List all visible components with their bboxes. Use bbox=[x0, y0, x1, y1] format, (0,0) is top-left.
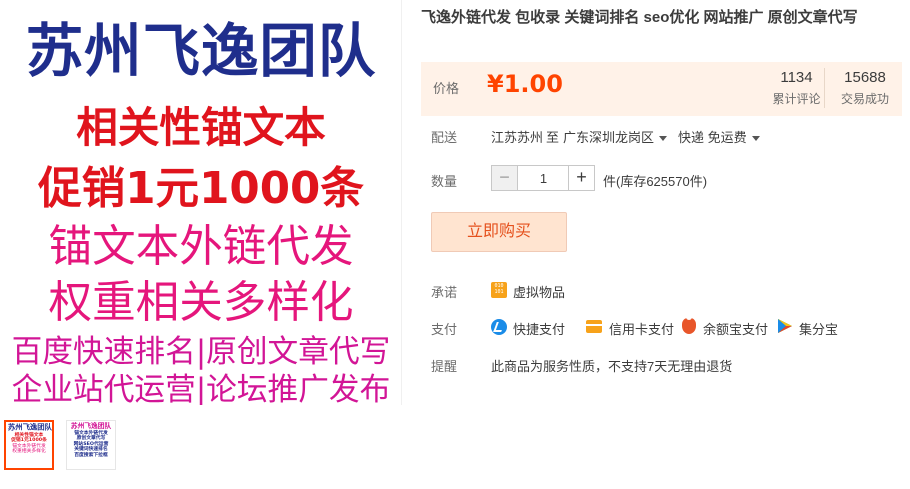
thumbnail-1[interactable]: 苏州飞逸团队 相关性锚文本 促销1元1000条 锚文本外链代发 权重相关多样化 bbox=[4, 420, 54, 470]
price-value: ¥1.00 bbox=[487, 70, 563, 98]
virtual-goods-icon: 010 101 bbox=[491, 282, 507, 298]
image-text-line: 权重相关多样化 bbox=[48, 277, 354, 328]
price-panel: 价格 ¥1.00 1134 累计评论 15688 交易成功 bbox=[421, 62, 902, 116]
image-text-line: 苏州飞逸团队 bbox=[25, 17, 377, 85]
credit-card-icon bbox=[586, 320, 602, 333]
quickpay-icon bbox=[491, 319, 507, 335]
promise-item[interactable]: 虚拟物品 bbox=[513, 282, 565, 301]
shipping-to-word: 至 bbox=[546, 130, 560, 145]
payment-method-quickpay[interactable]: 快捷支付 bbox=[513, 319, 565, 338]
thumbnail-text: 权重相关多样化 bbox=[12, 448, 46, 455]
payment-method-yuebao[interactable]: 余额宝支付 bbox=[703, 319, 768, 338]
notice-label: 提醒 bbox=[431, 359, 458, 374]
reviews-stat[interactable]: 1134 累计评论 bbox=[769, 68, 825, 108]
shipping-method-select[interactable]: 快递 免运费 bbox=[678, 127, 760, 146]
payment-method-credit-card[interactable]: 信用卡支付 bbox=[609, 319, 674, 338]
payment-method-jifenbao[interactable]: 集分宝 bbox=[799, 319, 838, 338]
payment-label: 支付 bbox=[431, 322, 458, 337]
buy-now-button[interactable]: 立即购买 bbox=[431, 212, 567, 252]
image-text-line: 促销1元1000条 bbox=[38, 163, 364, 214]
shipping-method-value: 快递 免运费 bbox=[678, 130, 747, 145]
jifenbao-icon bbox=[777, 318, 793, 334]
stock-text: 件(库存625570件) bbox=[603, 174, 708, 189]
image-text-line: 相关性锚文本 bbox=[76, 103, 326, 152]
chevron-down-icon bbox=[751, 136, 760, 142]
sales-label: 交易成功 bbox=[840, 92, 889, 106]
price-label: 价格 bbox=[433, 81, 460, 96]
quantity-stepper: − + bbox=[491, 165, 595, 191]
destination-value: 广东深圳龙岗区 bbox=[563, 130, 655, 145]
quantity-decrease-button[interactable]: − bbox=[492, 166, 518, 190]
notice-text: 此商品为服务性质，不支持7天无理由退货 bbox=[491, 359, 733, 374]
thumbnail-2[interactable]: 苏州飞逸团队 锚文本外链代发 原创文章代写 网站SEO代运营 关键词快速排名 百… bbox=[66, 420, 116, 470]
promise-label: 承诺 bbox=[431, 285, 458, 300]
sales-count: 15688 bbox=[844, 69, 886, 86]
reviews-count: 1134 bbox=[780, 69, 813, 86]
sales-stat: 15688 交易成功 bbox=[835, 68, 895, 108]
thumbnail-text: 百度搜索下拉框 bbox=[74, 451, 108, 458]
shipping-label: 配送 bbox=[431, 130, 458, 145]
reviews-label: 累计评论 bbox=[772, 92, 821, 106]
main-product-image[interactable]: 苏州飞逸团队 相关性锚文本 促销1元1000条 锚文本外链代发 权重相关多样化 … bbox=[0, 0, 402, 405]
thumbnail-text: 苏州飞逸团队 bbox=[7, 423, 52, 432]
shipping-from: 江苏苏州 bbox=[491, 130, 544, 145]
image-text-line: 锚文本外链代发 bbox=[48, 221, 354, 272]
quantity-increase-button[interactable]: + bbox=[568, 166, 594, 190]
yuebao-icon bbox=[682, 318, 696, 334]
quantity-label: 数量 bbox=[431, 174, 458, 189]
chevron-down-icon bbox=[659, 136, 668, 142]
quantity-input[interactable] bbox=[519, 166, 568, 190]
product-title: 飞逸外链代发 包收录 关键词排名 seo优化 网站推广 原创文章代写 bbox=[421, 9, 858, 26]
image-text-line: 企业站代运营|论坛推广发布 bbox=[11, 372, 391, 405]
destination-select[interactable]: 广东深圳龙岗区 bbox=[563, 127, 668, 146]
